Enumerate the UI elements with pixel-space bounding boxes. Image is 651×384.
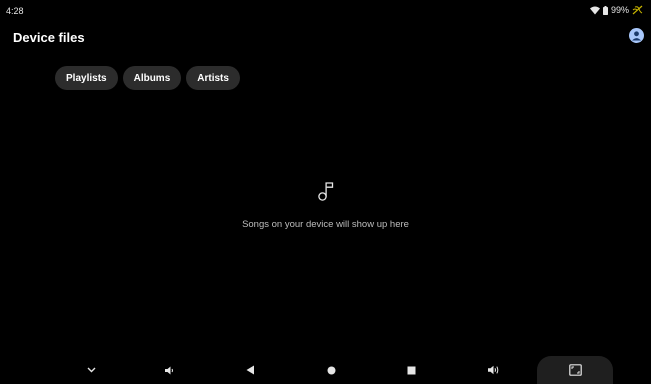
battery-percent: 99% (610, 5, 629, 15)
screen: 4:28 99% Device files Playlists Albums A… (0, 0, 651, 384)
hide-keyboard-button[interactable] (80, 356, 102, 384)
account-icon (632, 31, 641, 41)
filter-chip-row: Playlists Albums Artists (55, 66, 240, 90)
chip-playlists[interactable]: Playlists (55, 66, 118, 90)
rotate-screen-button[interactable] (537, 356, 613, 384)
empty-state-message: Songs on your device will show up here (242, 219, 409, 230)
back-icon (246, 365, 254, 375)
chip-artists[interactable]: Artists (186, 66, 240, 90)
volume-up-icon (488, 365, 499, 375)
chip-albums[interactable]: Albums (122, 66, 182, 90)
rotate-screen-icon (568, 364, 582, 376)
hide-keyboard-icon (87, 367, 95, 373)
status-icons: 99% (589, 5, 643, 15)
recents-button[interactable] (400, 356, 422, 384)
volume-up-button[interactable] (483, 356, 505, 384)
recents-icon (407, 366, 415, 374)
wifi-icon (589, 6, 600, 15)
navigation-bar (0, 356, 651, 384)
no-charge-icon (632, 5, 643, 15)
volume-down-button[interactable] (158, 356, 180, 384)
empty-state: Songs on your device will show up here (0, 180, 651, 230)
home-button[interactable] (320, 356, 342, 384)
account-avatar[interactable] (629, 28, 644, 43)
battery-icon (602, 5, 608, 15)
home-icon (327, 366, 335, 374)
volume-down-icon (164, 366, 173, 374)
page-title: Device files (13, 30, 85, 45)
status-time: 4:28 (6, 6, 24, 16)
back-button[interactable] (239, 356, 261, 384)
status-bar: 4:28 99% (0, 0, 651, 20)
music-note-icon (317, 182, 333, 201)
